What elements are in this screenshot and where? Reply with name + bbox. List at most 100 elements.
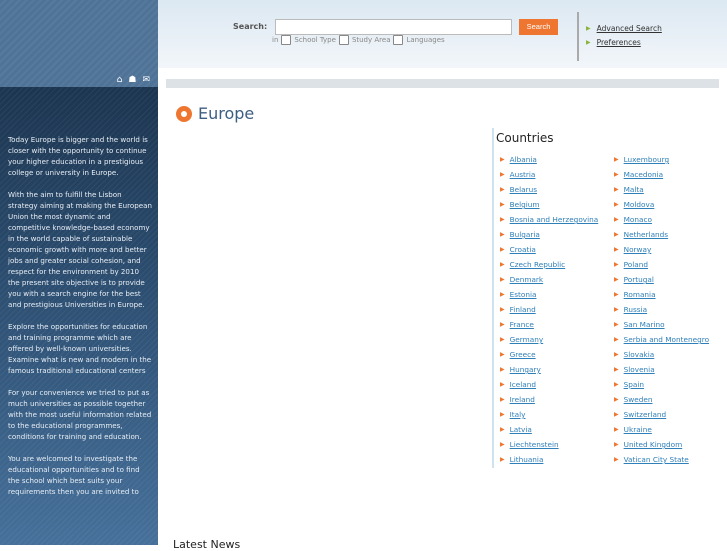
country-link[interactable]: Iceland xyxy=(510,380,536,389)
country-item[interactable]: ▶ Czech Republic xyxy=(500,260,565,269)
country-link[interactable]: Belarus xyxy=(510,185,537,194)
arrow-icon: ▶ xyxy=(500,351,505,358)
country-link[interactable]: Finland xyxy=(510,305,536,314)
study-area-checkbox[interactable] xyxy=(338,35,349,45)
country-link[interactable]: Estonia xyxy=(510,290,537,299)
country-item[interactable]: ▶ Norway xyxy=(614,245,651,254)
country-item[interactable]: ▶ Malta xyxy=(614,185,644,194)
country-link[interactable]: United Kingdom xyxy=(624,440,683,449)
sitemap-icon[interactable]: ☗ xyxy=(128,75,136,85)
country-item[interactable]: ▶ Slovakia xyxy=(614,350,654,359)
country-link[interactable]: Latvia xyxy=(510,425,532,434)
country-item[interactable]: ▶ Hungary xyxy=(500,365,541,374)
country-item[interactable]: ▶ Vatican City State xyxy=(614,455,689,464)
country-item[interactable]: ▶ Croatia xyxy=(500,245,536,254)
country-link[interactable]: Poland xyxy=(624,260,648,269)
country-link[interactable]: Lithuania xyxy=(510,455,544,464)
arrow-icon: ▶ xyxy=(614,306,619,313)
country-item[interactable]: ▶ Serbia and Montenegro xyxy=(614,335,709,344)
country-item[interactable]: ▶ Bulgaria xyxy=(500,230,540,239)
country-item[interactable]: ▶ Luxembourg xyxy=(614,155,669,164)
country-link[interactable]: Austria xyxy=(510,170,536,179)
country-link[interactable]: Slovakia xyxy=(624,350,655,359)
search-input[interactable] xyxy=(275,19,512,35)
country-link[interactable]: Croatia xyxy=(510,245,536,254)
country-item[interactable]: ▶ Finland xyxy=(500,305,536,314)
country-item[interactable]: ▶ Bosnia and Herzegovina xyxy=(500,215,598,224)
country-item[interactable]: ▶ Sweden xyxy=(614,395,652,404)
country-item[interactable]: ▶ Monaco xyxy=(614,215,652,224)
country-item[interactable]: ▶ Russia xyxy=(614,305,647,314)
country-link[interactable]: Slovenia xyxy=(624,365,655,374)
school-type-checkbox[interactable] xyxy=(281,35,292,45)
country-item[interactable]: ▶ Liechtenstein xyxy=(500,440,559,449)
country-link[interactable]: Vatican City State xyxy=(624,455,689,464)
country-link[interactable]: Moldova xyxy=(624,200,655,209)
country-link[interactable]: Netherlands xyxy=(624,230,668,239)
country-link[interactable]: Norway xyxy=(624,245,652,254)
country-link[interactable]: Czech Republic xyxy=(510,260,566,269)
country-item[interactable]: ▶ Switzerland xyxy=(614,410,666,419)
country-item[interactable]: ▶ France xyxy=(500,320,534,329)
country-item[interactable]: ▶ Ireland xyxy=(500,395,535,404)
country-item[interactable]: ▶ Germany xyxy=(500,335,543,344)
country-item[interactable]: ▶ Netherlands xyxy=(614,230,668,239)
arrow-icon: ▶ xyxy=(500,246,505,253)
country-link[interactable]: Hungary xyxy=(510,365,541,374)
preferences-link[interactable]: Preferences xyxy=(597,38,641,47)
country-link[interactable]: Ireland xyxy=(510,395,535,404)
country-link[interactable]: Macedonia xyxy=(624,170,664,179)
mail-icon[interactable]: ✉ xyxy=(142,75,150,85)
country-link[interactable]: Ukraine xyxy=(624,425,652,434)
arrow-icon: ▶ xyxy=(614,291,619,298)
country-link[interactable]: Malta xyxy=(624,185,644,194)
country-item[interactable]: ▶ Greece xyxy=(500,350,536,359)
country-item[interactable]: ▶ Belarus xyxy=(500,185,537,194)
country-link[interactable]: Germany xyxy=(510,335,544,344)
country-item[interactable]: ▶ United Kingdom xyxy=(614,440,682,449)
country-item[interactable]: ▶ Ukraine xyxy=(614,425,652,434)
country-link[interactable]: Liechtenstein xyxy=(510,440,559,449)
country-item[interactable]: ▶ Latvia xyxy=(500,425,532,434)
country-link[interactable]: Switzerland xyxy=(624,410,667,419)
country-item[interactable]: ▶ Belgium xyxy=(500,200,540,209)
country-item[interactable]: ▶ Iceland xyxy=(500,380,536,389)
country-link[interactable]: Albania xyxy=(510,155,537,164)
country-link[interactable]: Bosnia and Herzegovina xyxy=(510,215,599,224)
sidebar: Today Europe is bigger and the world is … xyxy=(0,87,158,545)
country-link[interactable]: France xyxy=(510,320,534,329)
countries-title: Countries xyxy=(496,131,554,145)
country-item[interactable]: ▶ Lithuania xyxy=(500,455,543,464)
country-link[interactable]: Portugal xyxy=(624,275,654,284)
country-link[interactable]: San Marino xyxy=(624,320,665,329)
country-link[interactable]: Serbia and Montenegro xyxy=(624,335,709,344)
country-link[interactable]: Russia xyxy=(624,305,647,314)
advanced-search-link[interactable]: Advanced Search xyxy=(597,24,662,33)
country-link[interactable]: Belgium xyxy=(510,200,540,209)
country-link[interactable]: Luxembourg xyxy=(624,155,669,164)
country-link[interactable]: Greece xyxy=(510,350,536,359)
search-button[interactable]: Search xyxy=(519,19,558,35)
country-item[interactable]: ▶ Austria xyxy=(500,170,535,179)
home-icon[interactable]: ⌂ xyxy=(117,75,123,85)
country-link[interactable]: Spain xyxy=(624,380,644,389)
country-item[interactable]: ▶ Denmark xyxy=(500,275,543,284)
country-link[interactable]: Denmark xyxy=(510,275,544,284)
country-link[interactable]: Italy xyxy=(510,410,526,419)
country-item[interactable]: ▶ San Marino xyxy=(614,320,665,329)
country-link[interactable]: Monaco xyxy=(624,215,652,224)
country-link[interactable]: Romania xyxy=(624,290,656,299)
country-item[interactable]: ▶ Spain xyxy=(614,380,644,389)
country-link[interactable]: Sweden xyxy=(624,395,653,404)
country-link[interactable]: Bulgaria xyxy=(510,230,540,239)
country-item[interactable]: ▶ Slovenia xyxy=(614,365,655,374)
country-item[interactable]: ▶ Estonia xyxy=(500,290,537,299)
country-item[interactable]: ▶ Macedonia xyxy=(614,170,663,179)
country-item[interactable]: ▶ Italy xyxy=(500,410,525,419)
country-item[interactable]: ▶ Portugal xyxy=(614,275,654,284)
country-item[interactable]: ▶ Romania xyxy=(614,290,656,299)
country-item[interactable]: ▶ Moldova xyxy=(614,200,654,209)
country-item[interactable]: ▶ Albania xyxy=(500,155,537,164)
country-item[interactable]: ▶ Poland xyxy=(614,260,648,269)
languages-checkbox[interactable] xyxy=(393,35,404,45)
